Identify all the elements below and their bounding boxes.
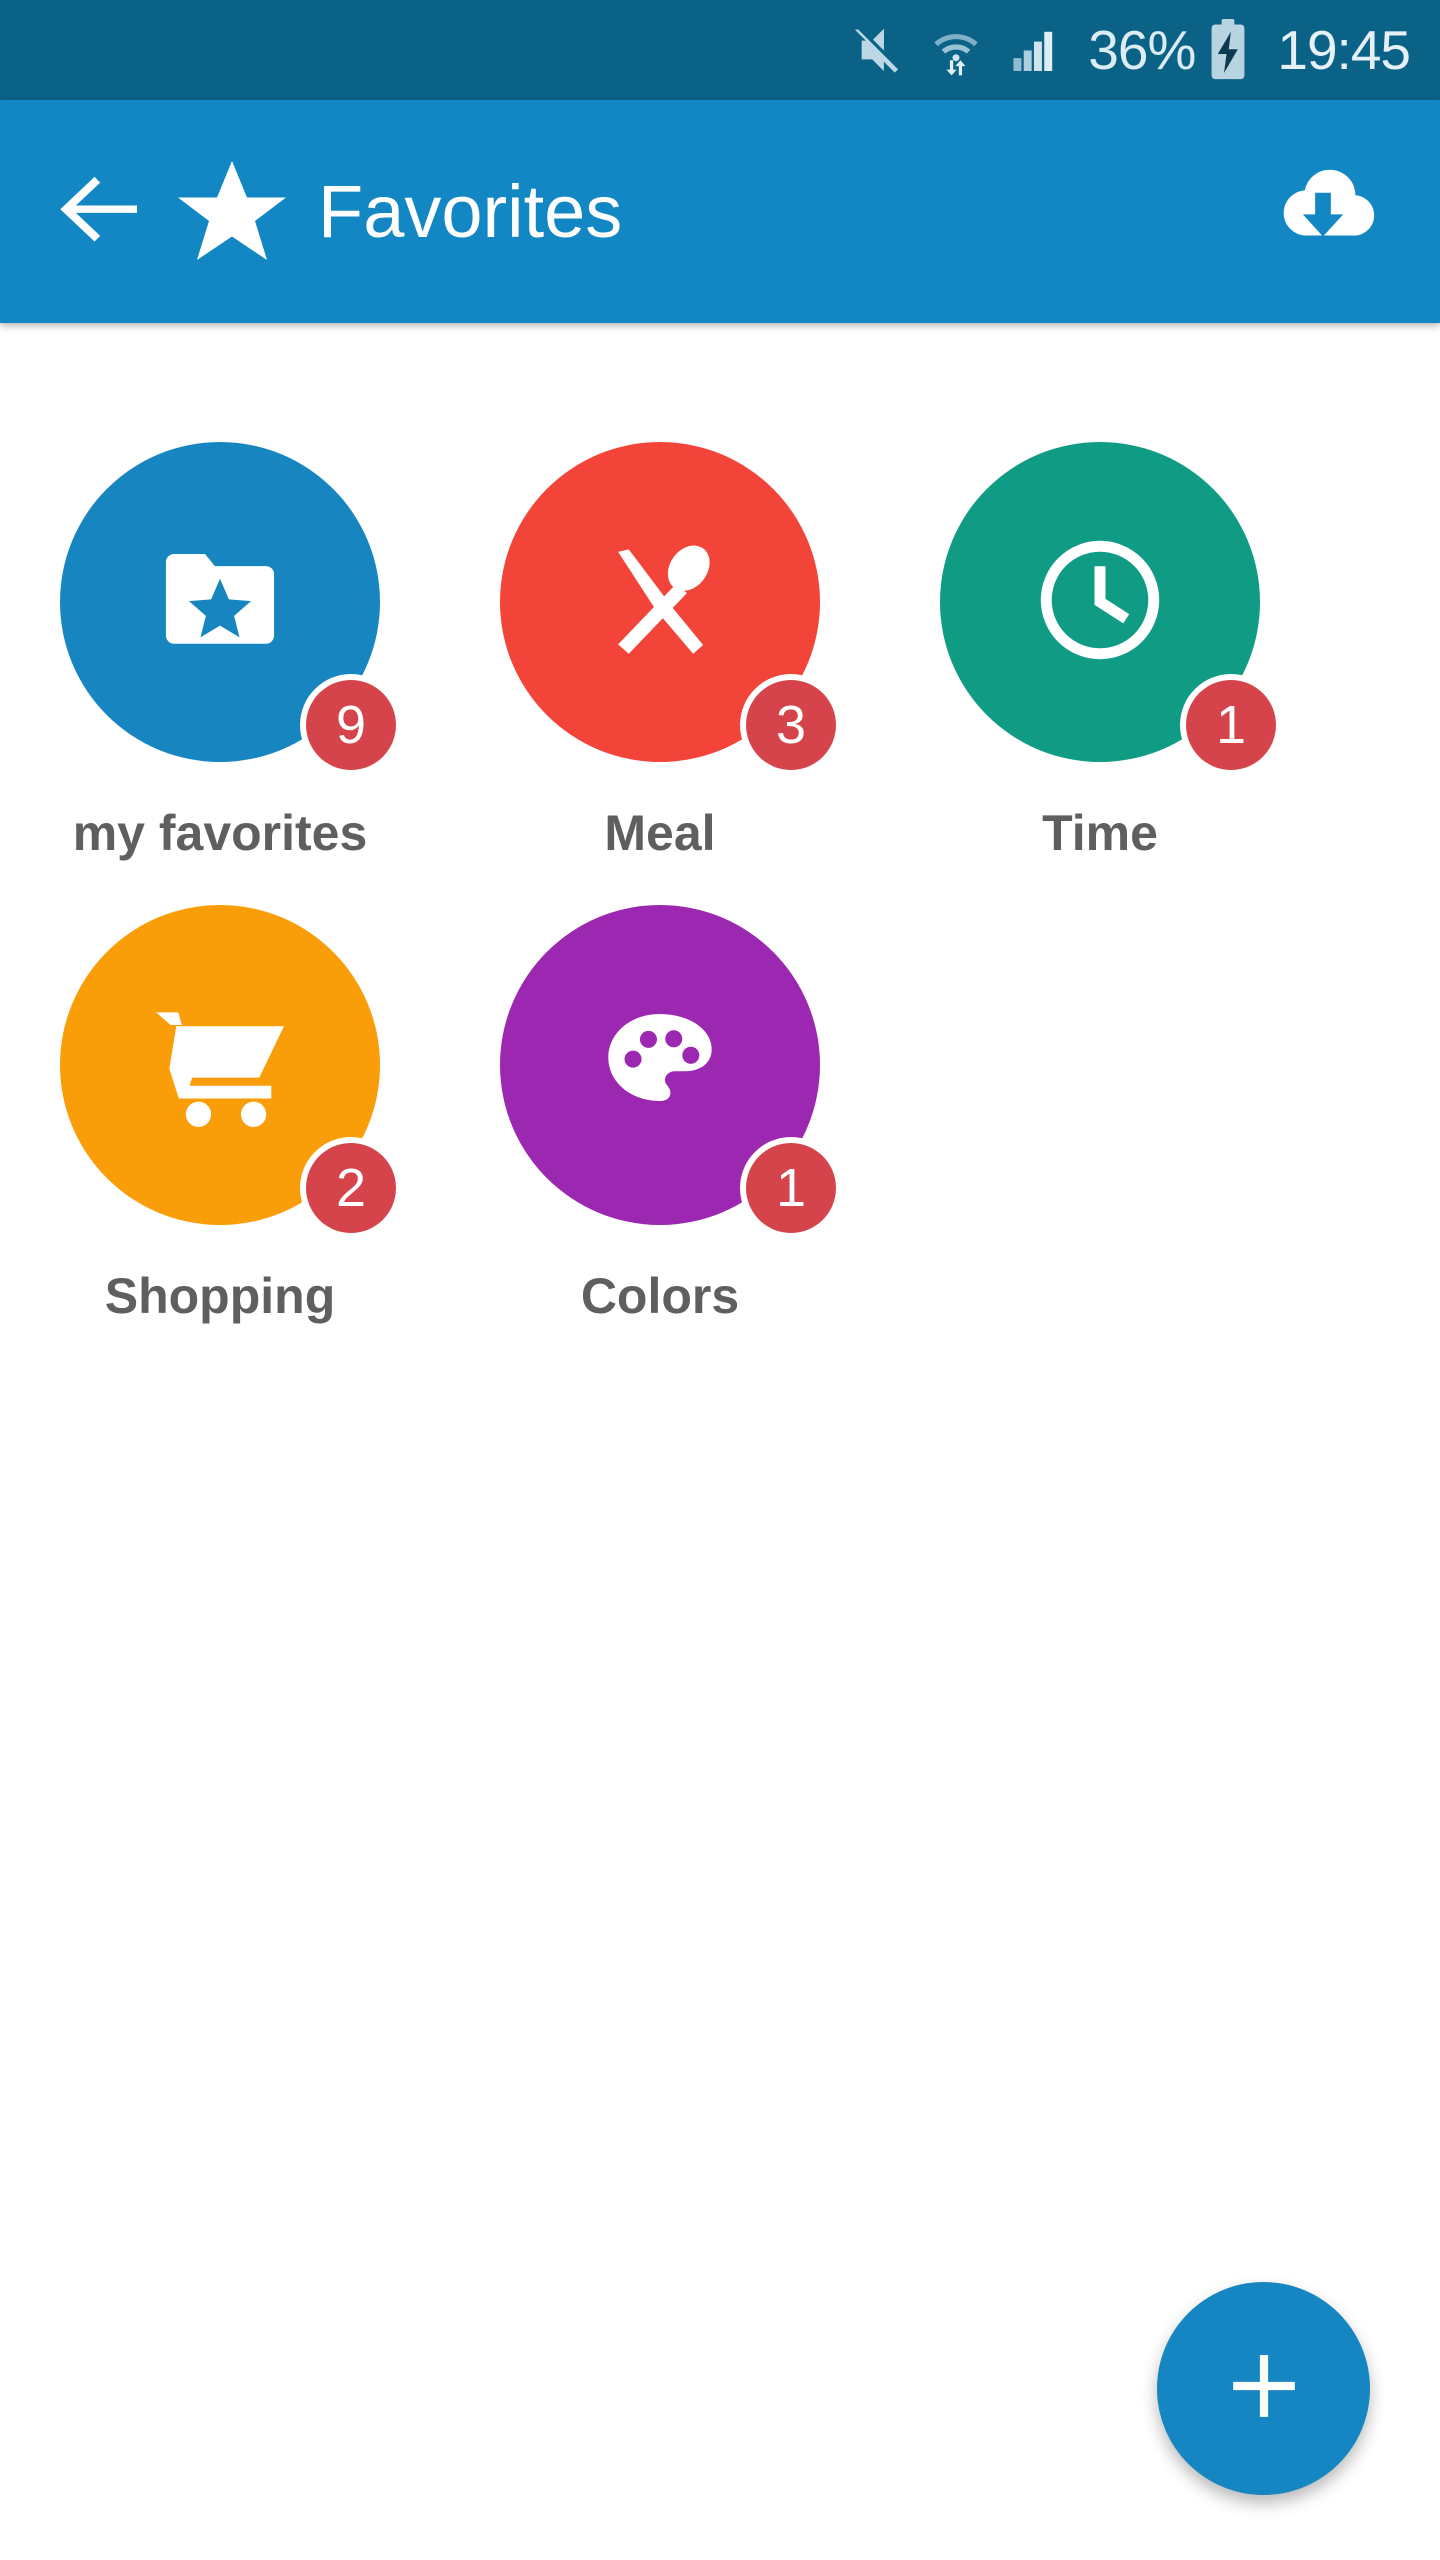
tile-my-favorites[interactable]: 9 my favorites	[0, 442, 440, 905]
tile-badge: 1	[1180, 674, 1282, 776]
tile-label: Colors	[580, 1268, 740, 1324]
cloud-download-icon	[1264, 150, 1382, 273]
tile-badge: 3	[740, 674, 842, 776]
clock-icon	[1025, 525, 1175, 680]
back-button[interactable]	[38, 152, 158, 272]
tile-meal[interactable]: 3 Meal	[440, 442, 880, 905]
tile-badge: 2	[300, 1137, 402, 1239]
star-icon	[172, 152, 292, 272]
content-area: 9 my favorites 3 Meal 1 Time 2 Shopping …	[0, 323, 1440, 2560]
folder-star-icon	[151, 531, 289, 674]
tile-circle-wrap: 3	[500, 442, 842, 776]
cellular-signal-icon	[1006, 22, 1062, 78]
tile-shopping[interactable]: 2 Shopping	[0, 905, 440, 1368]
cutlery-icon	[585, 525, 735, 680]
shopping-cart-icon	[144, 987, 296, 1144]
mute-icon	[850, 22, 906, 78]
tile-badge-count: 3	[746, 680, 836, 770]
palette-icon	[594, 997, 726, 1134]
tile-badge: 1	[740, 1137, 842, 1239]
tile-circle-wrap: 1	[500, 905, 842, 1239]
plus-icon	[1221, 2343, 1307, 2434]
wifi-transfer-icon	[928, 22, 984, 78]
tile-label: Meal	[604, 805, 716, 861]
tile-circle-wrap: 9	[60, 442, 402, 776]
status-clock: 19:45	[1277, 19, 1411, 81]
tile-colors[interactable]: 1 Colors	[440, 905, 880, 1368]
status-bar: 36% 19:45	[0, 0, 1440, 100]
add-button[interactable]	[1157, 2282, 1370, 2495]
tile-badge-count: 1	[1186, 680, 1276, 770]
page-title: Favorites	[318, 170, 623, 253]
tile-badge-count: 2	[306, 1143, 396, 1233]
tile-label: Time	[1042, 805, 1158, 861]
tile-badge-count: 1	[746, 1143, 836, 1233]
tile-badge-count: 9	[306, 680, 396, 770]
tile-circle-wrap: 1	[940, 442, 1282, 776]
favorites-tile-grid: 9 my favorites 3 Meal 1 Time 2 Shopping …	[0, 323, 1440, 1368]
battery-percent-label: 36%	[1088, 19, 1196, 81]
tile-label: Shopping	[104, 1268, 336, 1324]
tile-time[interactable]: 1 Time	[880, 442, 1320, 905]
battery-charging-icon	[1205, 19, 1251, 81]
tile-label: my favorites	[72, 805, 368, 861]
tile-circle-wrap: 2	[60, 905, 402, 1239]
arrow-back-icon	[46, 157, 150, 266]
app-bar: Favorites	[0, 100, 1440, 323]
cloud-download-button[interactable]	[1258, 147, 1388, 277]
tile-badge: 9	[300, 674, 402, 776]
